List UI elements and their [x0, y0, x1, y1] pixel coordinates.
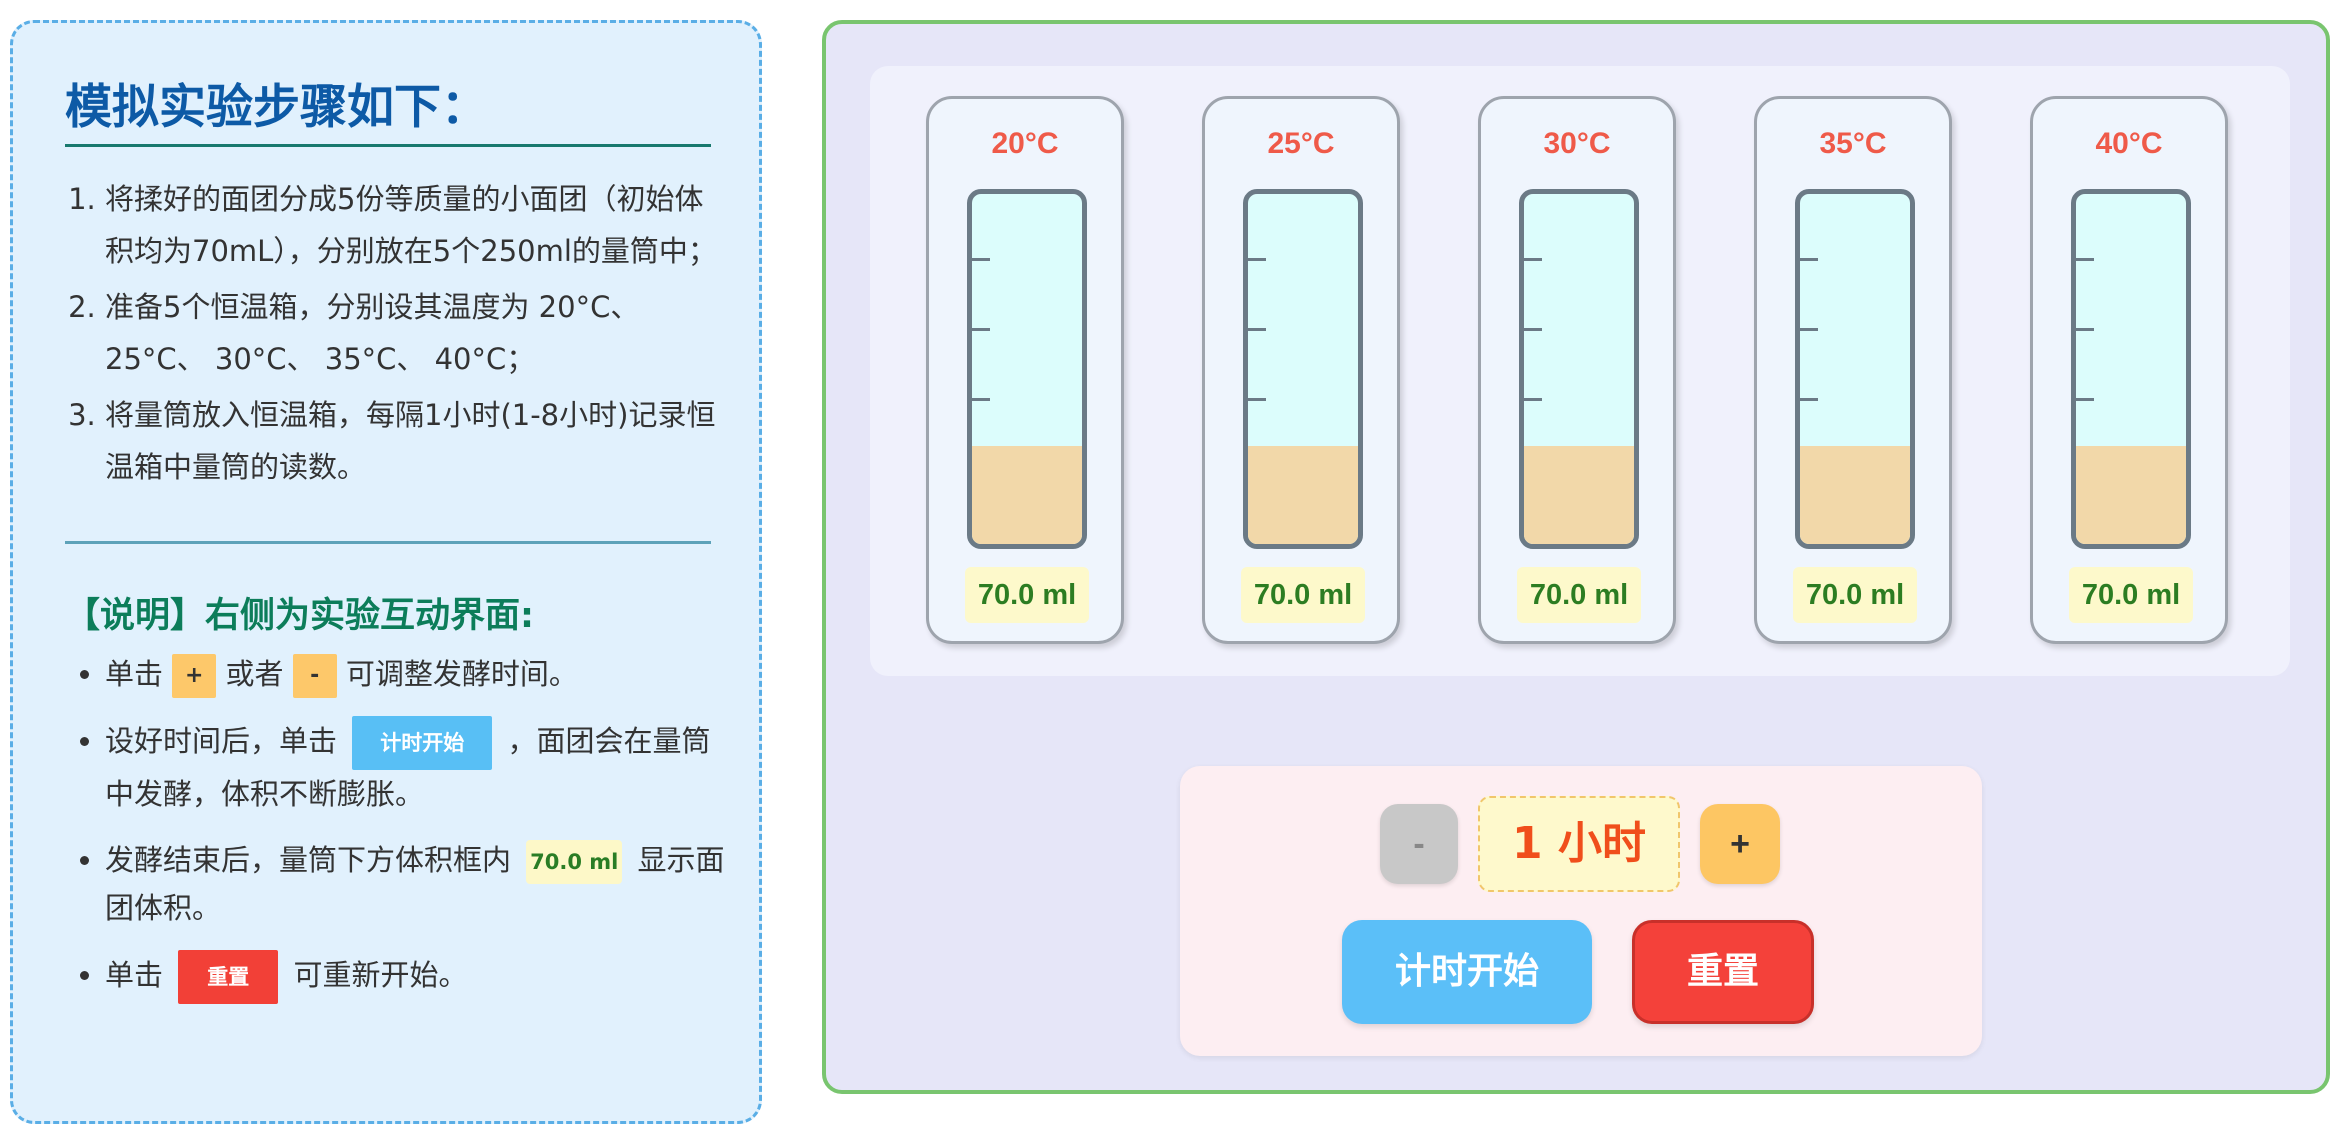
cylinder-tick [972, 398, 990, 401]
note-text: 可重新开始。 [293, 958, 468, 993]
cylinder-tick [2076, 258, 2094, 261]
time-display: 1 小时 [1478, 796, 1680, 892]
steps-list: 将揉好的面团分成5份等质量的小面团（初始体积均为70mL），分别放在5个250m… [65, 173, 725, 493]
temperature-label: 40°C [2095, 127, 2163, 160]
cylinder-card-40: 40°C 70.0 ml [2030, 96, 2228, 644]
cylinders-area: 20°C 70.0 ml 25°C 70.0 ml 30°C 70.0 ml 3… [870, 66, 2290, 676]
graduated-cylinder [1795, 189, 1915, 549]
note-text: 或者 [225, 657, 284, 692]
note-text: 发酵结束后，量筒下方体积框内 [105, 843, 512, 878]
cylinder-tick [1248, 258, 1266, 261]
section-divider [65, 541, 711, 545]
dough-fill [2076, 446, 2186, 544]
cylinder-tick [1524, 328, 1542, 331]
cylinder-tick [1248, 398, 1266, 401]
temperature-label: 30°C [1543, 127, 1611, 160]
increase-time-button[interactable]: + [1700, 804, 1780, 884]
cylinder-tick [1800, 258, 1818, 261]
step-item: 将量筒放入恒温箱，每隔1小时(1-8小时)记录恒温箱中量筒的读数。 [105, 389, 725, 493]
volume-display: 70.0 ml [1793, 567, 1917, 623]
cylinder-tick [972, 328, 990, 331]
graduated-cylinder [1243, 189, 1363, 549]
temperature-label: 25°C [1267, 127, 1335, 160]
note-item: 设好时间后，单击 计时开始 ，面团会在量筒中发酵，体积不断膨胀。 [105, 716, 725, 818]
volume-display: 70.0 ml [1241, 567, 1365, 623]
cylinder-tick [1524, 398, 1542, 401]
note-text: 单击 [105, 958, 164, 993]
note-item: 发酵结束后，量筒下方体积框内 70.0 ml 显示面团体积。 [105, 836, 725, 932]
cylinder-tick [2076, 328, 2094, 331]
decrease-time-button[interactable]: - [1380, 804, 1458, 884]
instructions-title: 模拟实验步骤如下： [65, 77, 711, 148]
cylinder-tick [1800, 398, 1818, 401]
graduated-cylinder [967, 189, 1087, 549]
dough-fill [1800, 446, 1910, 544]
start-timer-button[interactable]: 计时开始 [1342, 920, 1592, 1024]
volume-chip: 70.0 ml [526, 840, 623, 885]
cylinder-tick [1800, 328, 1818, 331]
reset-button[interactable]: 重置 [1632, 920, 1814, 1024]
instructions-panel: 模拟实验步骤如下： 将揉好的面团分成5份等质量的小面团（初始体积均为70mL），… [10, 20, 762, 1124]
cylinder-card-25: 25°C 70.0 ml [1202, 96, 1400, 644]
volume-display: 70.0 ml [2069, 567, 2193, 623]
control-box: - 1 小时 + 计时开始 重置 [1180, 766, 1982, 1056]
note-item: 单击 + 或者 - 可调整发酵时间。 [105, 650, 725, 699]
start-chip: 计时开始 [352, 716, 493, 771]
step-item: 将揉好的面团分成5份等质量的小面团（初始体积均为70mL），分别放在5个250m… [105, 173, 725, 277]
note-text: 可调整发酵时间。 [345, 657, 578, 692]
temperature-label: 35°C [1819, 127, 1887, 160]
cylinder-tick [2076, 398, 2094, 401]
reset-chip: 重置 [178, 950, 279, 1005]
temperature-label: 20°C [991, 127, 1059, 160]
cylinder-tick [1524, 258, 1542, 261]
volume-display: 70.0 ml [965, 567, 1089, 623]
note-item: 单击 重置 可重新开始。 [105, 950, 725, 1005]
cylinder-tick [1248, 328, 1266, 331]
dough-fill [1248, 446, 1358, 544]
note-text: 设好时间后，单击 [105, 724, 338, 759]
volume-display: 70.0 ml [1517, 567, 1641, 623]
cylinder-card-30: 30°C 70.0 ml [1478, 96, 1676, 644]
graduated-cylinder [2071, 189, 2191, 549]
dough-fill [972, 446, 1082, 544]
dough-fill [1524, 446, 1634, 544]
plus-chip: + [172, 654, 217, 699]
experiment-panel: 20°C 70.0 ml 25°C 70.0 ml 30°C 70.0 ml 3… [822, 20, 2330, 1094]
note-text: 单击 [105, 657, 164, 692]
graduated-cylinder [1519, 189, 1639, 549]
note-title: 【说明】右侧为实验互动界面: [65, 596, 534, 637]
cylinder-tick [972, 258, 990, 261]
cylinder-card-20: 20°C 70.0 ml [926, 96, 1124, 644]
step-item: 准备5个恒温箱，分别设其温度为 20°C、 25°C、 30°C、 35°C、 … [105, 281, 725, 385]
minus-chip: - [292, 654, 337, 699]
notes-list: 单击 + 或者 - 可调整发酵时间。 设好时间后，单击 计时开始 ，面团会在量筒… [65, 650, 725, 1005]
cylinder-card-35: 35°C 70.0 ml [1754, 96, 1952, 644]
